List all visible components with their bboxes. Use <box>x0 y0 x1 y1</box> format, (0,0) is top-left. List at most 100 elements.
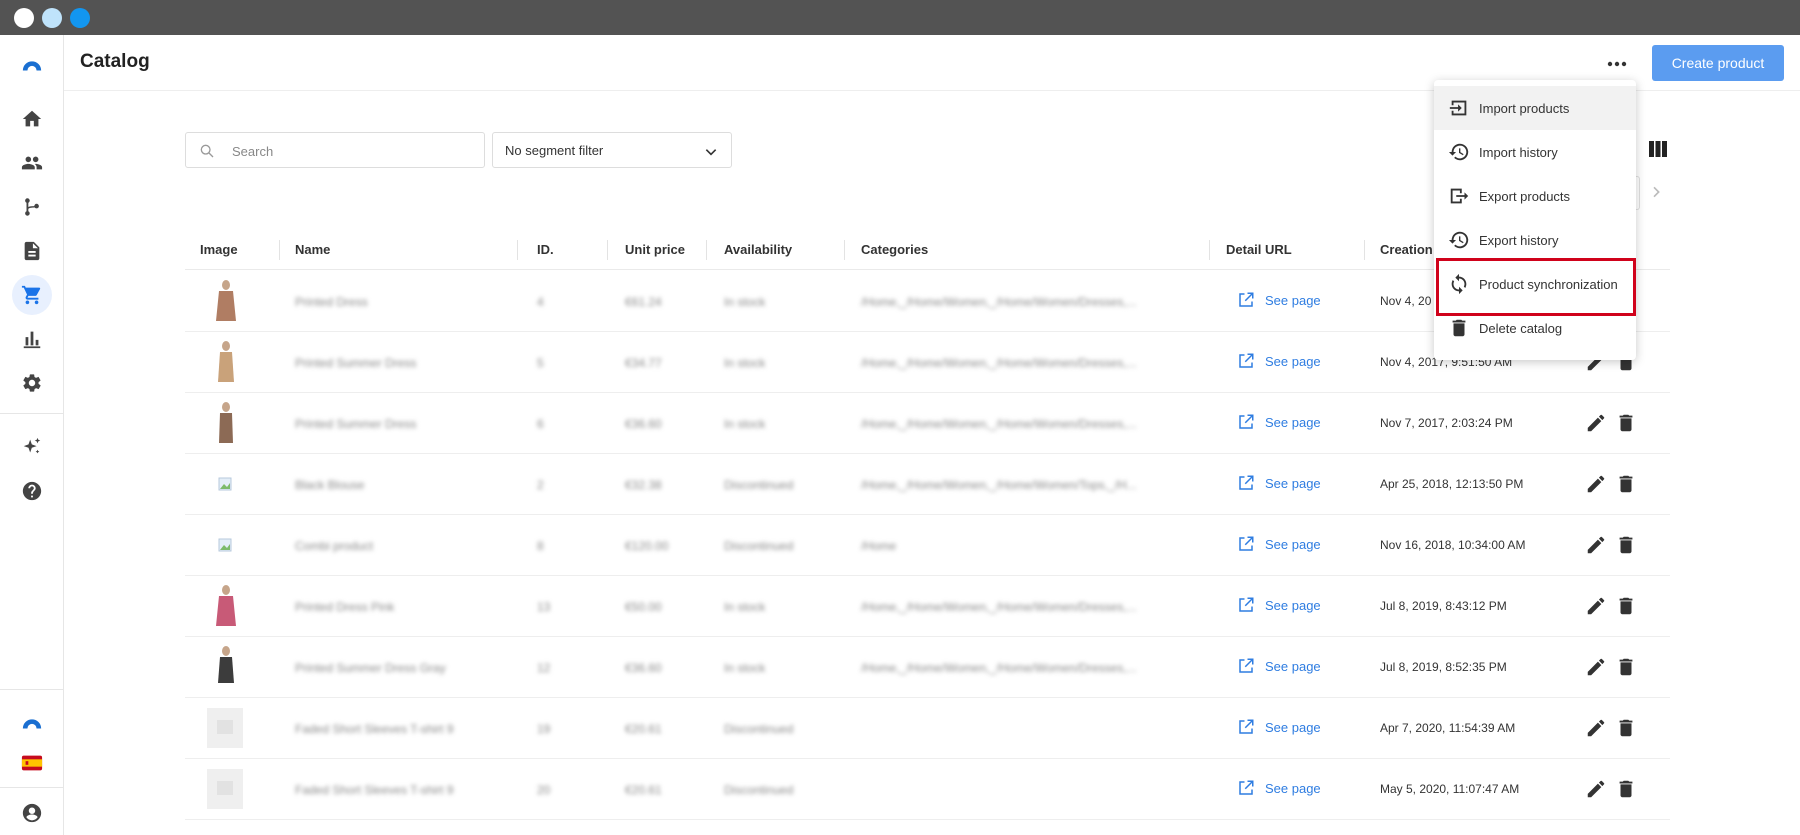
window-minimize-button[interactable] <box>42 8 62 28</box>
window-titlebar <box>0 0 1800 35</box>
page-title: Catalog <box>80 51 150 72</box>
see-page-link[interactable]: See page <box>1237 657 1321 675</box>
cart-icon[interactable] <box>12 275 52 315</box>
chevron-right-icon[interactable] <box>1648 184 1664 200</box>
edit-button[interactable] <box>1585 656 1607 678</box>
column-header-creation[interactable]: Creation <box>1380 242 1433 257</box>
see-page-link[interactable]: See page <box>1237 352 1321 370</box>
column-separator <box>706 240 707 260</box>
edit-button[interactable] <box>1585 473 1607 495</box>
delete-button[interactable] <box>1615 595 1637 617</box>
column-separator <box>1364 240 1365 260</box>
column-separator <box>517 240 518 260</box>
edit-button[interactable] <box>1585 534 1607 556</box>
segment-filter-select[interactable]: No segment filter <box>492 132 732 168</box>
product-name: Printed Summer Dress Gray <box>295 661 446 675</box>
see-page-link[interactable]: See page <box>1237 413 1321 431</box>
trash-icon <box>1452 319 1466 337</box>
product-id: 19 <box>537 722 551 736</box>
edit-button[interactable] <box>1585 595 1607 617</box>
column-header-categories[interactable]: Categories <box>861 242 928 257</box>
search-icon <box>200 144 214 158</box>
user-profile-icon[interactable] <box>12 793 52 833</box>
brand-logo-icon[interactable] <box>12 45 52 85</box>
external-link-icon <box>1239 414 1254 429</box>
delete-button[interactable] <box>1615 473 1637 495</box>
column-header-availability[interactable]: Availability <box>724 242 792 257</box>
column-separator <box>844 240 845 260</box>
delete-button[interactable] <box>1615 412 1637 434</box>
column-header-image[interactable]: Image <box>200 242 238 257</box>
menu-item-export-history[interactable]: Export history <box>1434 218 1636 262</box>
column-header-unit-price[interactable]: Unit price <box>625 242 685 257</box>
product-availability: In stock <box>724 356 766 370</box>
menu-item-import-products[interactable]: Import products <box>1434 86 1636 130</box>
product-thumbnail <box>216 585 236 626</box>
delete-button[interactable] <box>1615 778 1637 800</box>
sidebar-divider <box>0 413 64 414</box>
table-row[interactable]: Printed Summer Dress Gray 12 €36.60 In s… <box>185 637 1670 698</box>
sparkle-ai-icon[interactable] <box>12 427 52 467</box>
document-icon[interactable] <box>12 231 52 271</box>
see-page-link[interactable]: See page <box>1237 596 1321 614</box>
see-page-link[interactable]: See page <box>1237 291 1321 309</box>
column-header-detail-url[interactable]: Detail URL <box>1226 242 1292 257</box>
see-page-link[interactable]: See page <box>1237 474 1321 492</box>
window-close-button[interactable] <box>14 8 34 28</box>
product-unit-price: €36.60 <box>625 661 662 675</box>
column-header-name[interactable]: Name <box>295 242 330 257</box>
product-categories: /Home <box>861 539 897 553</box>
chevron-down-icon <box>705 149 717 156</box>
create-product-button[interactable]: Create product <box>1652 45 1784 81</box>
see-page-link[interactable]: See page <box>1237 535 1321 553</box>
see-page-link[interactable]: See page <box>1237 779 1321 797</box>
settings-gear-icon[interactable] <box>12 363 52 403</box>
product-name: Printed Dress <box>295 295 368 309</box>
product-categories: /Home,_/Home/Women,_/Home/Women/Dresses,… <box>861 600 1137 614</box>
edit-button[interactable] <box>1585 717 1607 739</box>
product-name: Faded Short Sleeves T-shirt 9 <box>295 783 454 797</box>
see-page-label: See page <box>1265 353 1321 369</box>
table-row[interactable]: Faded Short Sleeves T-shirt 9 19 €20.61 … <box>185 698 1670 759</box>
contacts-icon[interactable] <box>12 143 52 183</box>
creation-date: Nov 16, 2018, 10:34:00 AM <box>1380 538 1526 552</box>
more-options-button[interactable] <box>1602 49 1632 79</box>
trash-icon <box>1619 414 1633 432</box>
home-icon[interactable] <box>12 99 52 139</box>
product-unit-price: €20.61 <box>625 783 662 797</box>
table-row[interactable]: Printed Dress Pink 13 €50.00 In stock /H… <box>185 576 1670 637</box>
product-id: 6 <box>537 417 544 431</box>
menu-item-label: Import products <box>1479 100 1570 116</box>
table-row[interactable]: Black Blouse 2 €32.38 Discontinued /Home… <box>185 454 1670 515</box>
product-id: 4 <box>537 295 544 309</box>
delete-button[interactable] <box>1615 656 1637 678</box>
workflow-icon[interactable] <box>12 187 52 227</box>
product-categories: /Home,_/Home/Women,_/Home/Women/Tops,_/H… <box>861 478 1137 492</box>
column-header-id[interactable]: ID. <box>537 242 554 257</box>
creation-date: Apr 7, 2020, 11:54:39 AM <box>1380 721 1516 735</box>
spain-flag-icon[interactable] <box>12 743 52 783</box>
help-icon[interactable] <box>12 471 52 511</box>
analytics-icon[interactable] <box>12 319 52 359</box>
trash-icon <box>1619 719 1633 737</box>
delete-button[interactable] <box>1615 534 1637 556</box>
menu-item-import-history[interactable]: Import history <box>1434 130 1636 174</box>
table-row[interactable]: Faded Short Sleeves T-shirt 9 20 €20.61 … <box>185 759 1670 820</box>
columns-view-icon[interactable] <box>1648 140 1668 158</box>
table-row[interactable]: Printed Summer Dress 6 €36.60 In stock /… <box>185 393 1670 454</box>
creation-date: Nov 4, 20 <box>1380 294 1432 308</box>
table-row[interactable]: Combi product 8 €120.00 Discontinued /Ho… <box>185 515 1670 576</box>
product-availability: In stock <box>724 661 766 675</box>
menu-item-export-products[interactable]: Export products <box>1434 174 1636 218</box>
edit-button[interactable] <box>1585 412 1607 434</box>
window-maximize-button[interactable] <box>70 8 90 28</box>
edit-button[interactable] <box>1585 778 1607 800</box>
column-separator <box>607 240 608 260</box>
pencil-icon <box>1587 536 1605 554</box>
search-input[interactable] <box>232 141 472 161</box>
account-logo-icon[interactable] <box>12 703 52 743</box>
delete-button[interactable] <box>1615 717 1637 739</box>
see-page-link[interactable]: See page <box>1237 718 1321 736</box>
product-availability: Discontinued <box>724 722 794 736</box>
product-availability: Discontinued <box>724 539 794 553</box>
